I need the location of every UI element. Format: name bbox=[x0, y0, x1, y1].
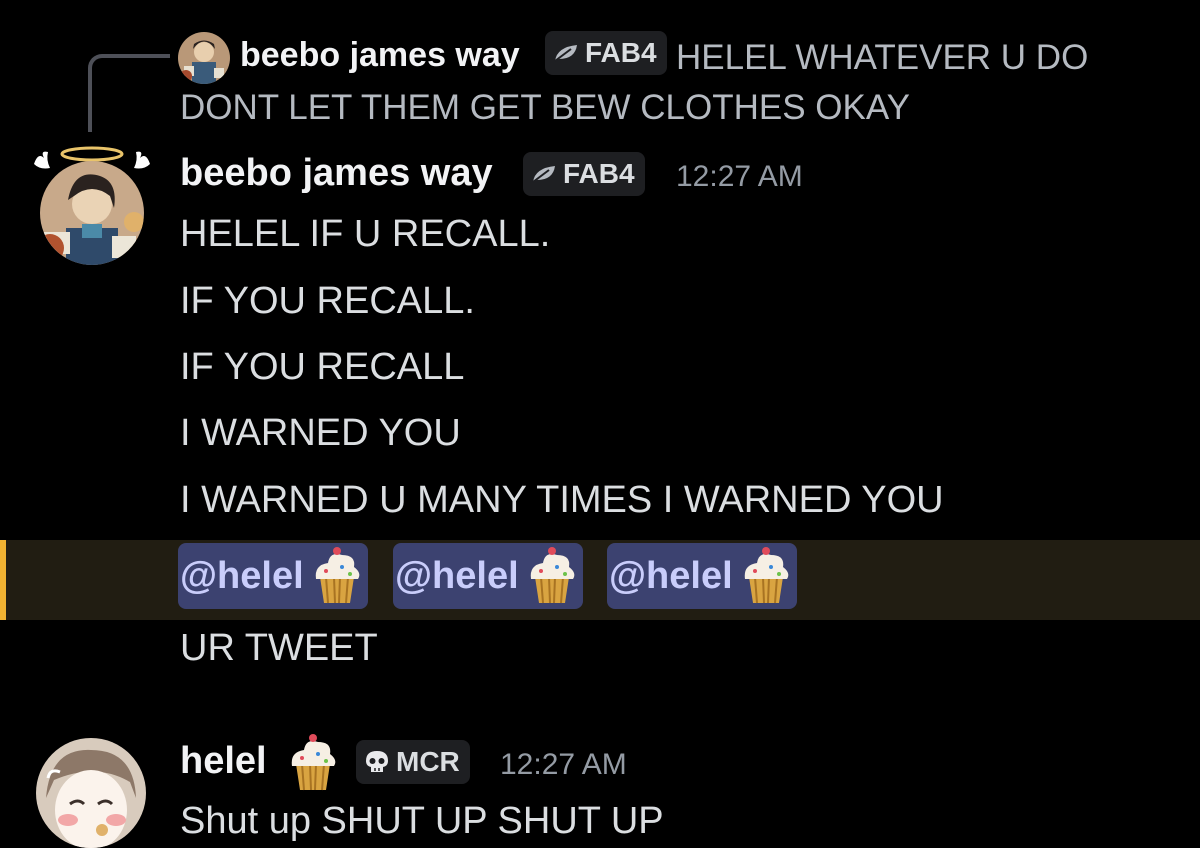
skull-icon bbox=[366, 751, 388, 772]
message-timestamp[interactable]: 12:27 AM bbox=[500, 748, 627, 782]
message-role-tag-label: MCR bbox=[396, 746, 460, 777]
cupcake-icon bbox=[291, 734, 336, 791]
message-author-name[interactable]: beebo james way bbox=[180, 152, 493, 195]
leaf-icon bbox=[554, 45, 577, 62]
message-line: I WARNED YOU bbox=[180, 412, 461, 454]
mention-label: @helel bbox=[180, 554, 304, 597]
reply-connector bbox=[88, 54, 170, 132]
mention-label: @helel bbox=[395, 554, 519, 597]
message-line: IF YOU RECALL. bbox=[180, 280, 475, 322]
user-mention[interactable]: @helel bbox=[178, 543, 368, 609]
message-line: Shut up SHUT UP SHUT UP bbox=[180, 800, 664, 842]
message-role-tag[interactable]: MCR bbox=[356, 740, 470, 784]
message-timestamp[interactable]: 12:27 AM bbox=[676, 160, 803, 194]
leaf-icon bbox=[532, 166, 555, 183]
message-role-tag-label: FAB4 bbox=[563, 158, 635, 189]
user-mention[interactable]: @helel bbox=[393, 543, 583, 609]
mention-label: @helel bbox=[609, 554, 733, 597]
author-avatar[interactable] bbox=[36, 738, 146, 848]
user-mention[interactable]: @helel bbox=[607, 543, 797, 609]
cupcake-icon bbox=[315, 547, 359, 604]
message-role-tag[interactable]: FAB4 bbox=[523, 152, 645, 196]
message-line: IF YOU RECALL bbox=[180, 346, 465, 388]
cupcake-icon bbox=[530, 547, 574, 604]
message-line: HELEL IF U RECALL. bbox=[180, 213, 551, 255]
reply-author-name[interactable]: beebo james way bbox=[240, 36, 520, 75]
reply-role-tag-label: FAB4 bbox=[585, 37, 657, 68]
message-author-name[interactable]: helel bbox=[180, 740, 267, 783]
message-line: I WARNED U MANY TIMES I WARNED YOU bbox=[180, 479, 944, 521]
reply-role-tag[interactable]: FAB4 bbox=[545, 31, 667, 75]
message-line: UR TWEET bbox=[180, 627, 378, 669]
author-avatar[interactable] bbox=[30, 138, 154, 268]
cupcake-icon bbox=[744, 547, 788, 604]
